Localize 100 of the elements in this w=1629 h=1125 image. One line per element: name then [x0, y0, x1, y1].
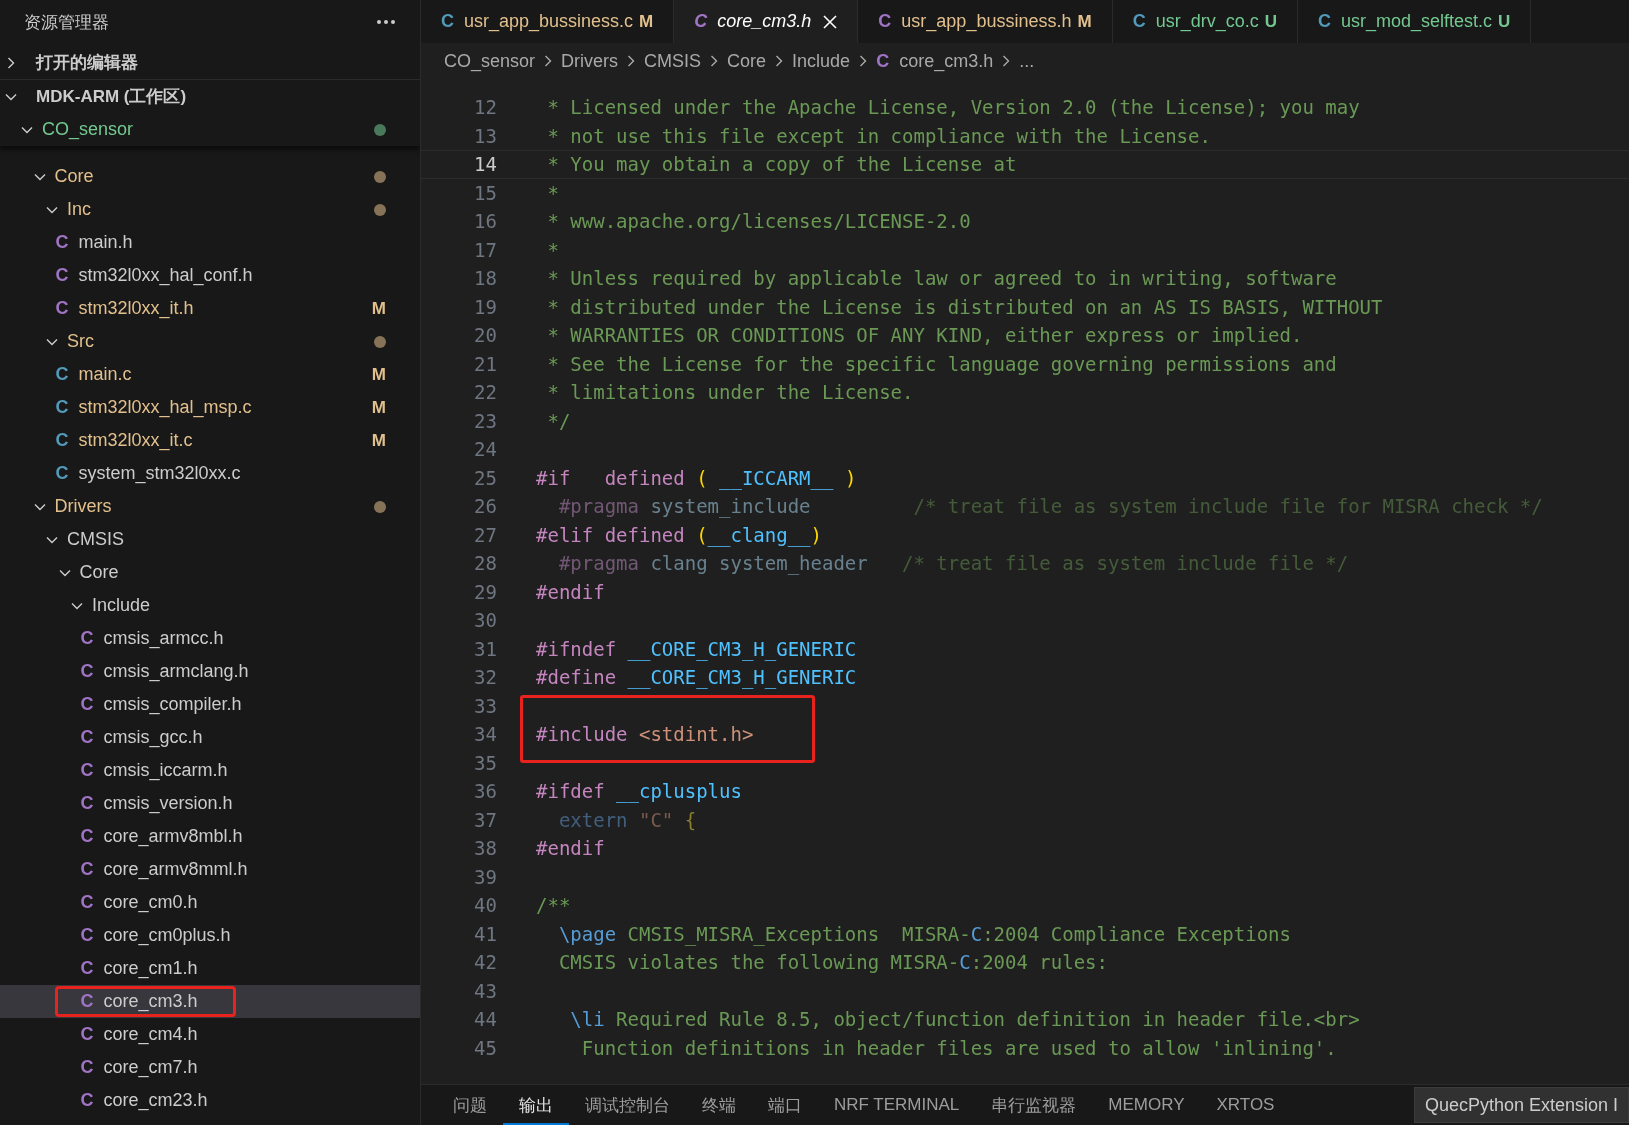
folder-name: Drivers — [54, 496, 112, 517]
tree-item[interactable]: Include — [0, 589, 420, 622]
folder-name: Include — [92, 595, 151, 616]
line-number: 24 — [473, 438, 497, 461]
tree-item[interactable]: C core_cm23.h — [0, 1084, 420, 1117]
breadcrumb-item[interactable]: Include — [792, 50, 851, 72]
c-file-icon: C — [55, 265, 69, 286]
chevron-icon — [774, 54, 785, 68]
file-name: stm32l0xx_hal_conf.h — [78, 265, 253, 286]
c-file-icon: C — [80, 727, 94, 748]
file-name: core_armv8mbl.h — [103, 826, 243, 847]
panel-tab[interactable]: 输出 — [503, 1085, 569, 1125]
breadcrumb-item[interactable]: Drivers — [561, 50, 619, 72]
tree-item[interactable]: C main.c M — [0, 358, 420, 391]
section-header[interactable]: 打开的编辑器 — [0, 46, 420, 80]
line-number: 28 — [473, 552, 497, 575]
c-file-icon: C — [80, 1057, 94, 1078]
tree-item[interactable]: C cmsis_version.h — [0, 787, 420, 820]
editor-tab[interactable]: C core_cm3.h — [674, 0, 859, 43]
line-number: 17 — [473, 238, 497, 261]
c-file-icon: C — [80, 628, 94, 649]
line-number: 26 — [473, 495, 497, 518]
breadcrumb-item[interactable]: Core — [727, 50, 767, 72]
tree-item[interactable]: C stm32l0xx_it.c M — [0, 424, 420, 457]
code-line: * limitations under the License. — [546, 381, 914, 404]
panel-tab[interactable]: 问题 — [437, 1085, 503, 1125]
file-name: core_cm3.h — [103, 991, 198, 1012]
file-name: cmsis_compiler.h — [103, 694, 242, 715]
tree-item[interactable]: C main.h — [0, 226, 420, 259]
chevron-icon — [543, 54, 554, 68]
c-file-icon: C — [55, 364, 69, 385]
file-name: stm32l0xx_it.h — [78, 298, 194, 319]
tree-item[interactable]: Drivers — [0, 490, 420, 523]
code-line: * distributed under the License is distributed on an AS IS BASIS, WITHOUT — [546, 295, 1383, 318]
tree-item[interactable]: C stm32l0xx_hal_msp.c M — [0, 391, 420, 424]
code-line: #endif — [536, 580, 605, 603]
line-number: 29 — [473, 580, 497, 603]
tree-item[interactable]: C core_armv8mml.h — [0, 853, 420, 886]
chevron-icon — [626, 54, 637, 68]
folder-name: CO_sensor — [42, 119, 134, 140]
close-icon[interactable] — [823, 14, 838, 29]
tree-item[interactable]: C core_cm4.h — [0, 1018, 420, 1051]
folder-name: Core — [79, 562, 119, 583]
c-file-icon: C — [55, 463, 69, 484]
tree-item[interactable]: C cmsis_gcc.h — [0, 721, 420, 754]
tree-item[interactable]: C cmsis_iccarm.h — [0, 754, 420, 787]
tree-item[interactable]: Inc — [0, 193, 420, 226]
file-name: main.h — [78, 232, 133, 253]
tree-item[interactable]: C core_cm0.h — [0, 886, 420, 919]
tree-item[interactable]: C core_cm3.h — [0, 985, 420, 1018]
panel-tab[interactable]: 串行监视器 — [975, 1085, 1093, 1125]
more-icon[interactable] — [376, 19, 396, 25]
tree-item[interactable]: CO_sensor — [0, 113, 420, 146]
line-number: 15 — [473, 181, 497, 204]
breadcrumb-item[interactable]: CO_sensor — [444, 50, 536, 72]
breadcrumb-item[interactable]: core_cm3.h — [899, 50, 994, 72]
tree-item[interactable]: C system_stm32l0xx.c — [0, 457, 420, 490]
folder-name: Src — [67, 331, 94, 352]
tree-item[interactable]: Core — [0, 160, 420, 193]
tree-item[interactable]: C stm32l0xx_it.h M — [0, 292, 420, 325]
code-line: #include <stdint.h> — [536, 723, 754, 746]
code-line: */ — [546, 409, 571, 432]
tree-item[interactable]: C cmsis_armcc.h — [0, 622, 420, 655]
c-file-icon: C — [80, 958, 94, 979]
file-name: cmsis_iccarm.h — [103, 760, 228, 781]
breadcrumb-item[interactable]: ... — [1019, 50, 1035, 72]
code-line: * — [546, 181, 559, 204]
c-file-icon: C — [80, 826, 94, 847]
panel-tab[interactable]: NRF TERMINAL — [818, 1087, 976, 1123]
tree-item[interactable]: Src — [0, 325, 420, 358]
line-number: 39 — [473, 865, 497, 888]
line-number: 31 — [473, 637, 497, 660]
section-header[interactable]: MDK-ARM (工作区) — [0, 80, 420, 113]
output-channel-dropdown[interactable]: QuecPython Extension I — [1413, 1087, 1629, 1123]
c-file-icon: C — [80, 859, 94, 880]
panel-tab[interactable]: 端口 — [752, 1085, 818, 1125]
c-file-icon: C — [55, 397, 69, 418]
tree-item[interactable]: Core — [0, 556, 420, 589]
tree-item[interactable]: C core_cm0plus.h — [0, 919, 420, 952]
c-file-icon: C — [876, 50, 890, 72]
tree-item[interactable]: CMSIS — [0, 523, 420, 556]
tree-item[interactable]: C cmsis_armclang.h — [0, 655, 420, 688]
tree-item[interactable]: C stm32l0xx_hal_conf.h — [0, 259, 420, 292]
tree-item[interactable]: C core_cm1.h — [0, 952, 420, 985]
breadcrumb-item[interactable]: CMSIS — [644, 50, 702, 72]
tree-item[interactable]: C core_cm7.h — [0, 1051, 420, 1084]
panel-tab[interactable]: 终端 — [686, 1085, 752, 1125]
file-name: core_cm0.h — [103, 892, 198, 913]
line-number: 43 — [473, 979, 497, 1002]
line-number: 41 — [473, 922, 497, 945]
c-file-icon: C — [80, 925, 94, 946]
panel-tab[interactable]: 调试控制台 — [569, 1085, 686, 1125]
panel-tab[interactable]: XRTOS — [1200, 1087, 1291, 1123]
line-number: 13 — [473, 124, 497, 147]
line-number: 23 — [473, 409, 497, 432]
code-line: * www.apache.org/licenses/LICENSE-2.0 — [546, 210, 971, 233]
tree-item[interactable]: C core_armv8mbl.h — [0, 820, 420, 853]
tree-item[interactable]: C cmsis_compiler.h — [0, 688, 420, 721]
panel-tab[interactable]: MEMORY — [1092, 1087, 1201, 1123]
folder-name: Core — [54, 166, 94, 187]
